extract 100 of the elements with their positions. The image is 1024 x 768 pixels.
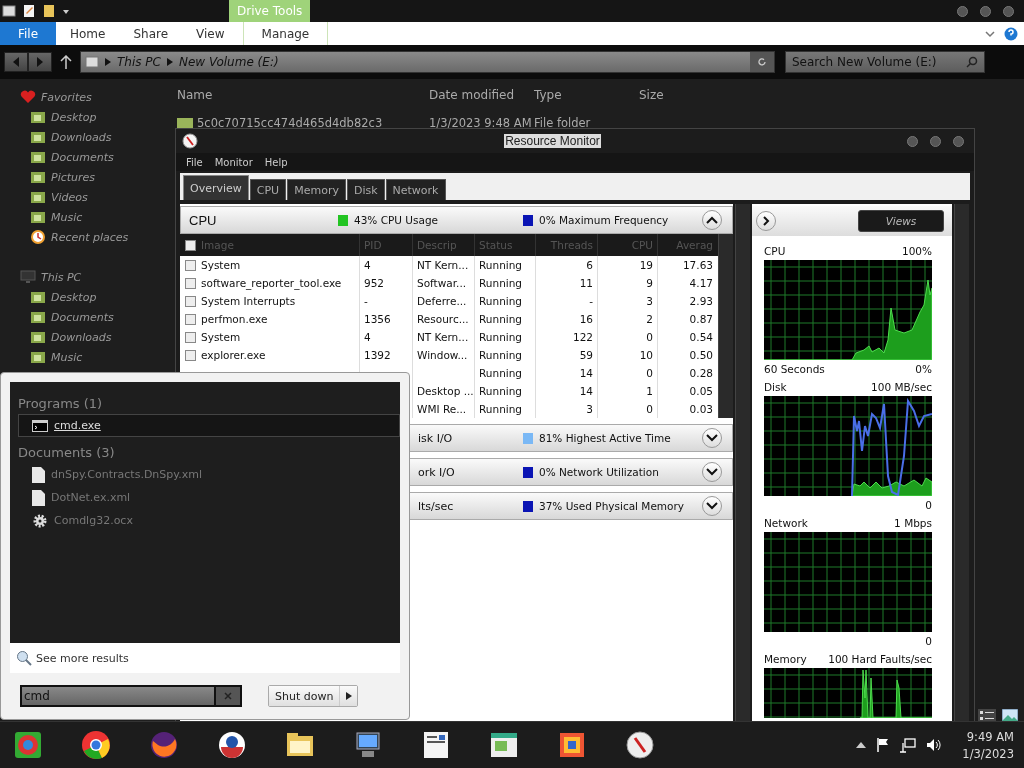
checkbox[interactable] xyxy=(185,331,196,343)
forward-button[interactable] xyxy=(28,52,52,72)
tab[interactable]: Overview xyxy=(183,175,249,200)
minimize-button[interactable] xyxy=(957,5,968,17)
folder-icon xyxy=(30,150,46,164)
checkbox[interactable] xyxy=(185,277,196,289)
table-cell: 19 xyxy=(598,256,658,274)
column-header[interactable]: Size xyxy=(639,88,664,102)
clock-time: 9:49 AM xyxy=(966,729,1014,744)
table-cell: Deferre... xyxy=(417,295,467,307)
search-icon[interactable] xyxy=(966,56,978,68)
collapse-button[interactable] xyxy=(702,462,722,482)
table-cell: System xyxy=(201,331,241,343)
nav-item[interactable]: Downloads xyxy=(51,330,112,344)
file-name[interactable]: 5c0c70715cc474d465d4db82c3 xyxy=(197,116,383,130)
table-cell: Running xyxy=(475,382,536,400)
views-button[interactable]: Views xyxy=(858,210,944,232)
menu-item[interactable]: File xyxy=(186,156,203,168)
scrollbar[interactable] xyxy=(954,204,969,724)
nav-group-label[interactable]: Favorites xyxy=(41,90,92,104)
nav-item[interactable]: Documents xyxy=(51,150,114,164)
stat-label: 43% CPU Usage xyxy=(354,214,439,226)
help-icon[interactable] xyxy=(1004,26,1018,41)
stat-label: 81% Highest Active Time xyxy=(539,432,671,444)
scrollbar[interactable] xyxy=(718,234,733,418)
see-more-results-link[interactable]: See more results xyxy=(36,651,129,665)
tab[interactable]: Memory xyxy=(287,179,346,200)
nav-item[interactable]: Videos xyxy=(51,190,88,204)
nav-item[interactable]: Desktop xyxy=(51,110,97,124)
minimize-button[interactable] xyxy=(907,135,918,147)
column-header[interactable]: Type xyxy=(534,88,639,102)
up-arrow-icon[interactable] xyxy=(60,55,72,69)
table-cell: 2 xyxy=(598,310,658,328)
nav-item[interactable]: Music xyxy=(51,210,83,224)
flag-icon[interactable] xyxy=(876,738,891,752)
checkbox[interactable] xyxy=(185,295,196,307)
folder-icon xyxy=(30,310,46,324)
show-hidden-icons-icon[interactable] xyxy=(856,742,867,748)
file-tab[interactable]: File xyxy=(0,22,56,45)
shut-down-button[interactable]: Shut down xyxy=(269,686,340,706)
clear-icon xyxy=(223,691,233,701)
search-result[interactable]: cmd.exe xyxy=(18,414,400,437)
close-button[interactable] xyxy=(953,135,964,147)
tab[interactable]: CPU xyxy=(249,179,287,200)
table-cell: WMI Re... xyxy=(417,403,467,415)
power-options-button[interactable] xyxy=(339,686,358,706)
clock-icon xyxy=(30,229,46,245)
nav-item[interactable]: Pictures xyxy=(51,170,96,184)
network-icon[interactable] xyxy=(900,737,917,753)
back-button[interactable] xyxy=(4,52,28,72)
nav-item[interactable]: Documents xyxy=(51,310,114,324)
checkbox[interactable] xyxy=(185,259,196,271)
collapse-button[interactable] xyxy=(702,428,722,448)
checkbox[interactable] xyxy=(185,313,196,325)
refresh-button[interactable] xyxy=(750,52,774,72)
properties-icon[interactable] xyxy=(22,4,36,18)
file-type: File folder xyxy=(534,116,592,130)
nav-item[interactable]: Downloads xyxy=(51,130,112,144)
checkbox[interactable] xyxy=(185,239,196,251)
nav-item[interactable]: Recent places xyxy=(51,230,129,244)
close-button[interactable] xyxy=(1003,5,1014,17)
speaker-icon[interactable] xyxy=(926,738,943,752)
folder-icon[interactable] xyxy=(42,4,56,18)
clock[interactable]: 9:49 AM 1/3/2023 xyxy=(952,729,1014,761)
dropdown-icon[interactable] xyxy=(62,7,70,15)
breadcrumb-item[interactable]: This PC xyxy=(117,55,161,69)
section-header[interactable]: CPU 43% CPU Usage 0% Maximum Frequency xyxy=(180,206,733,234)
table-cell-text: 0.03 xyxy=(688,402,714,417)
column-header[interactable]: Date modified xyxy=(429,88,534,102)
time-span-label: 60 Seconds xyxy=(764,363,825,375)
breadcrumb-item[interactable]: New Volume (E:) xyxy=(178,55,279,69)
clear-button[interactable] xyxy=(216,685,242,707)
section-title: isk I/O xyxy=(417,431,454,445)
menu-item[interactable]: Monitor xyxy=(214,156,253,168)
chevron-icon[interactable] xyxy=(984,28,996,39)
maximize-button[interactable] xyxy=(930,135,941,147)
nav-item[interactable]: Music xyxy=(51,350,83,364)
refresh-icon xyxy=(757,57,767,67)
nav-item[interactable]: Desktop xyxy=(51,290,97,304)
scrollbar[interactable] xyxy=(735,204,750,724)
globe-icon[interactable] xyxy=(79,728,113,762)
collapse-button[interactable] xyxy=(702,210,722,230)
tab[interactable]: Disk xyxy=(346,179,385,200)
tab[interactable]: Network xyxy=(385,179,446,200)
table-cell: - xyxy=(536,292,598,310)
address-bar[interactable]: This PC New Volume (E:) xyxy=(80,51,775,73)
maximize-button[interactable] xyxy=(980,5,991,17)
app-icon[interactable] xyxy=(2,4,16,18)
table-cell: 4 xyxy=(364,259,371,271)
table-cell: Running xyxy=(475,346,536,364)
search-field[interactable]: Search New Volume (E:) xyxy=(785,51,985,73)
expand-button[interactable] xyxy=(756,211,776,231)
collapse-button[interactable] xyxy=(702,496,722,516)
checkbox[interactable] xyxy=(185,349,196,361)
column-header[interactable]: Name xyxy=(170,88,429,102)
scale-label: 100% xyxy=(901,245,932,257)
nav-group-label[interactable]: This PC xyxy=(41,270,82,284)
search-field[interactable]: cmd xyxy=(20,685,216,707)
menu-item[interactable]: Help xyxy=(264,156,288,168)
table-cell: Resourc... xyxy=(417,313,469,325)
